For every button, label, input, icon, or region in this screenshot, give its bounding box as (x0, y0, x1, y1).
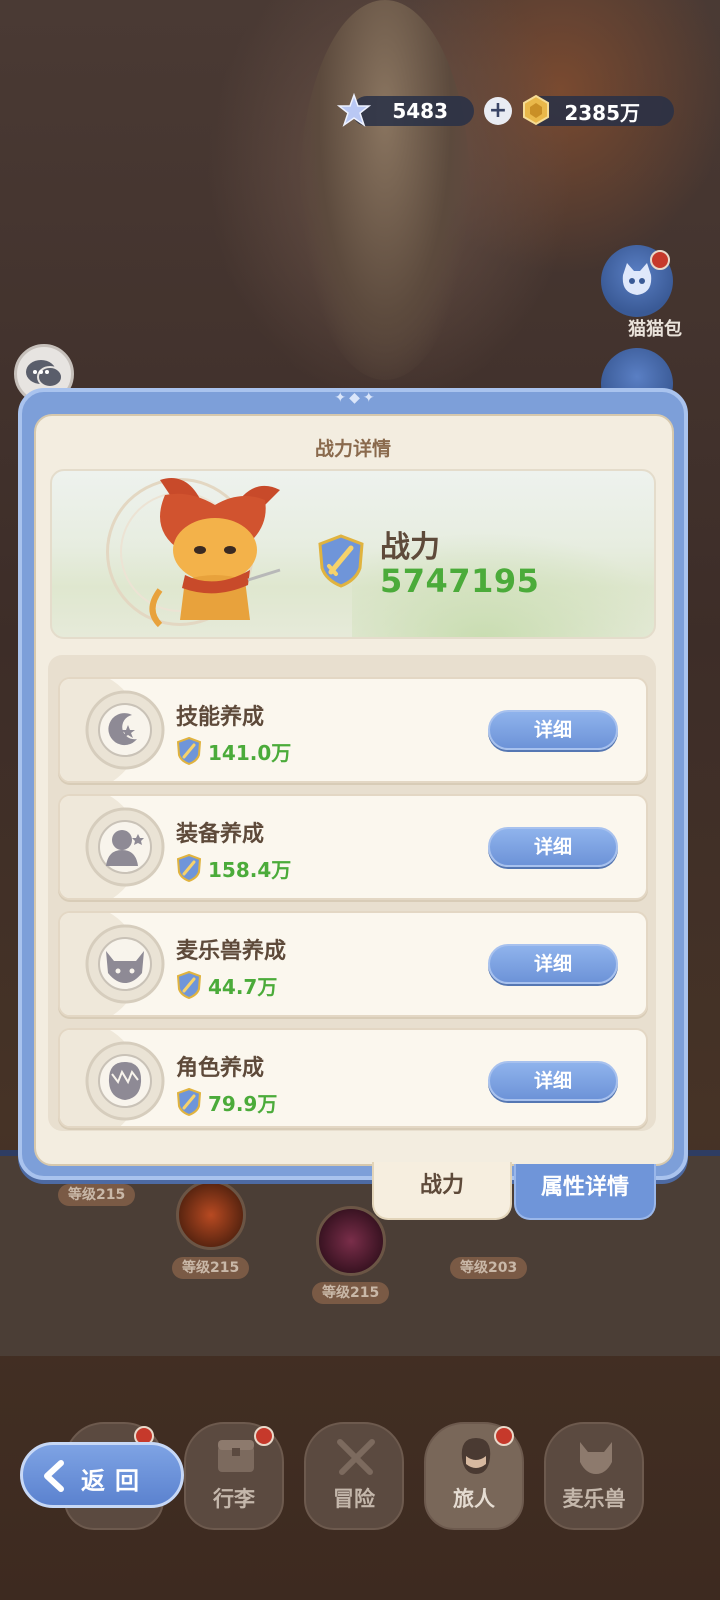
back-button[interactable]: 返回 (20, 1442, 184, 1508)
item-value: 44.7万 (208, 975, 278, 999)
notification-dot (254, 1426, 274, 1446)
item-title: 角色养成 (176, 1056, 265, 1081)
crossed-swords-icon (337, 1439, 375, 1475)
skill-detail-button[interactable]: 详细 (488, 710, 618, 750)
chest-icon (218, 1440, 254, 1472)
silhouette-icon (85, 807, 165, 887)
item-value: 158.4万 (208, 858, 292, 882)
notification-dot (650, 250, 670, 270)
level-badge: 等级215 (172, 1257, 250, 1279)
pet-detail-button[interactable]: 详细 (488, 944, 618, 984)
moon-star-icon (85, 690, 165, 770)
star-crystal-icon (336, 92, 372, 128)
list-item-equipment: 装备养成 158.4万 详细 (58, 794, 648, 900)
power-shield-icon (176, 1088, 202, 1116)
nav-luggage-label: 行李 (213, 1487, 255, 1511)
item-title: 技能养成 (176, 705, 265, 730)
power-shield-icon (176, 854, 202, 882)
chat-bubble-icon (26, 360, 63, 388)
gem-count: 5483 (392, 99, 448, 123)
tab-attributes[interactable]: 属性详情 (514, 1164, 656, 1220)
equipment-detail-button[interactable]: 详细 (488, 827, 618, 867)
level-badge: 等级203 (450, 1257, 528, 1279)
power-shield-icon (318, 534, 364, 588)
fox-mascot-icon (149, 478, 281, 628)
level-badge: 等级215 (312, 1282, 390, 1304)
back-arrow-icon (44, 1460, 64, 1492)
skill-orb-icon (176, 1180, 246, 1250)
item-title: 麦乐兽养成 (176, 939, 287, 964)
list-item-character: 角色养成 79.9万 详细 (58, 1028, 648, 1128)
nav-pet-label: 麦乐兽 (562, 1487, 626, 1511)
character-detail-button[interactable]: 详细 (488, 1061, 618, 1101)
traveler-avatar-icon (461, 1438, 491, 1474)
nav-traveler-label: 旅人 (453, 1487, 495, 1511)
item-value: 79.9万 (208, 1092, 278, 1116)
notification-dot (494, 1426, 514, 1446)
item-value: 141.0万 (208, 741, 292, 765)
back-label: 返回 (81, 1467, 149, 1495)
power-label: 战力 (380, 530, 440, 565)
modal-title: 战力详情 (314, 438, 391, 460)
modal-top-ornament: ✦◆✦ (334, 390, 378, 406)
gold-count: 2385万 (564, 100, 640, 125)
cat-bag-label: 猫猫包 (628, 319, 682, 340)
power-shield-icon (176, 737, 202, 765)
add-gems-button[interactable]: + (484, 97, 512, 125)
item-title: 装备养成 (176, 822, 265, 847)
character-head-icon (85, 1041, 165, 1121)
power-shield-icon (176, 971, 202, 999)
list-item-pet: 麦乐兽养成 44.7万 详细 (58, 911, 648, 1017)
tab-power[interactable]: 战力 (372, 1162, 512, 1220)
nav-adventure-label: 冒险 (333, 1487, 375, 1511)
nav-pet-button[interactable] (544, 1422, 644, 1530)
cat-head-icon (580, 1442, 612, 1474)
gold-coin-icon (518, 92, 554, 128)
skill-orb-icon (316, 1206, 386, 1276)
cat-face-icon (85, 924, 165, 1004)
level-badge: 等级215 (58, 1184, 136, 1206)
list-item-skill: 技能养成 141.0万 详细 (58, 677, 648, 783)
power-value: 5747195 (380, 562, 540, 600)
nav-adventure-button[interactable] (304, 1422, 404, 1530)
hero-character-figure (300, 0, 470, 380)
